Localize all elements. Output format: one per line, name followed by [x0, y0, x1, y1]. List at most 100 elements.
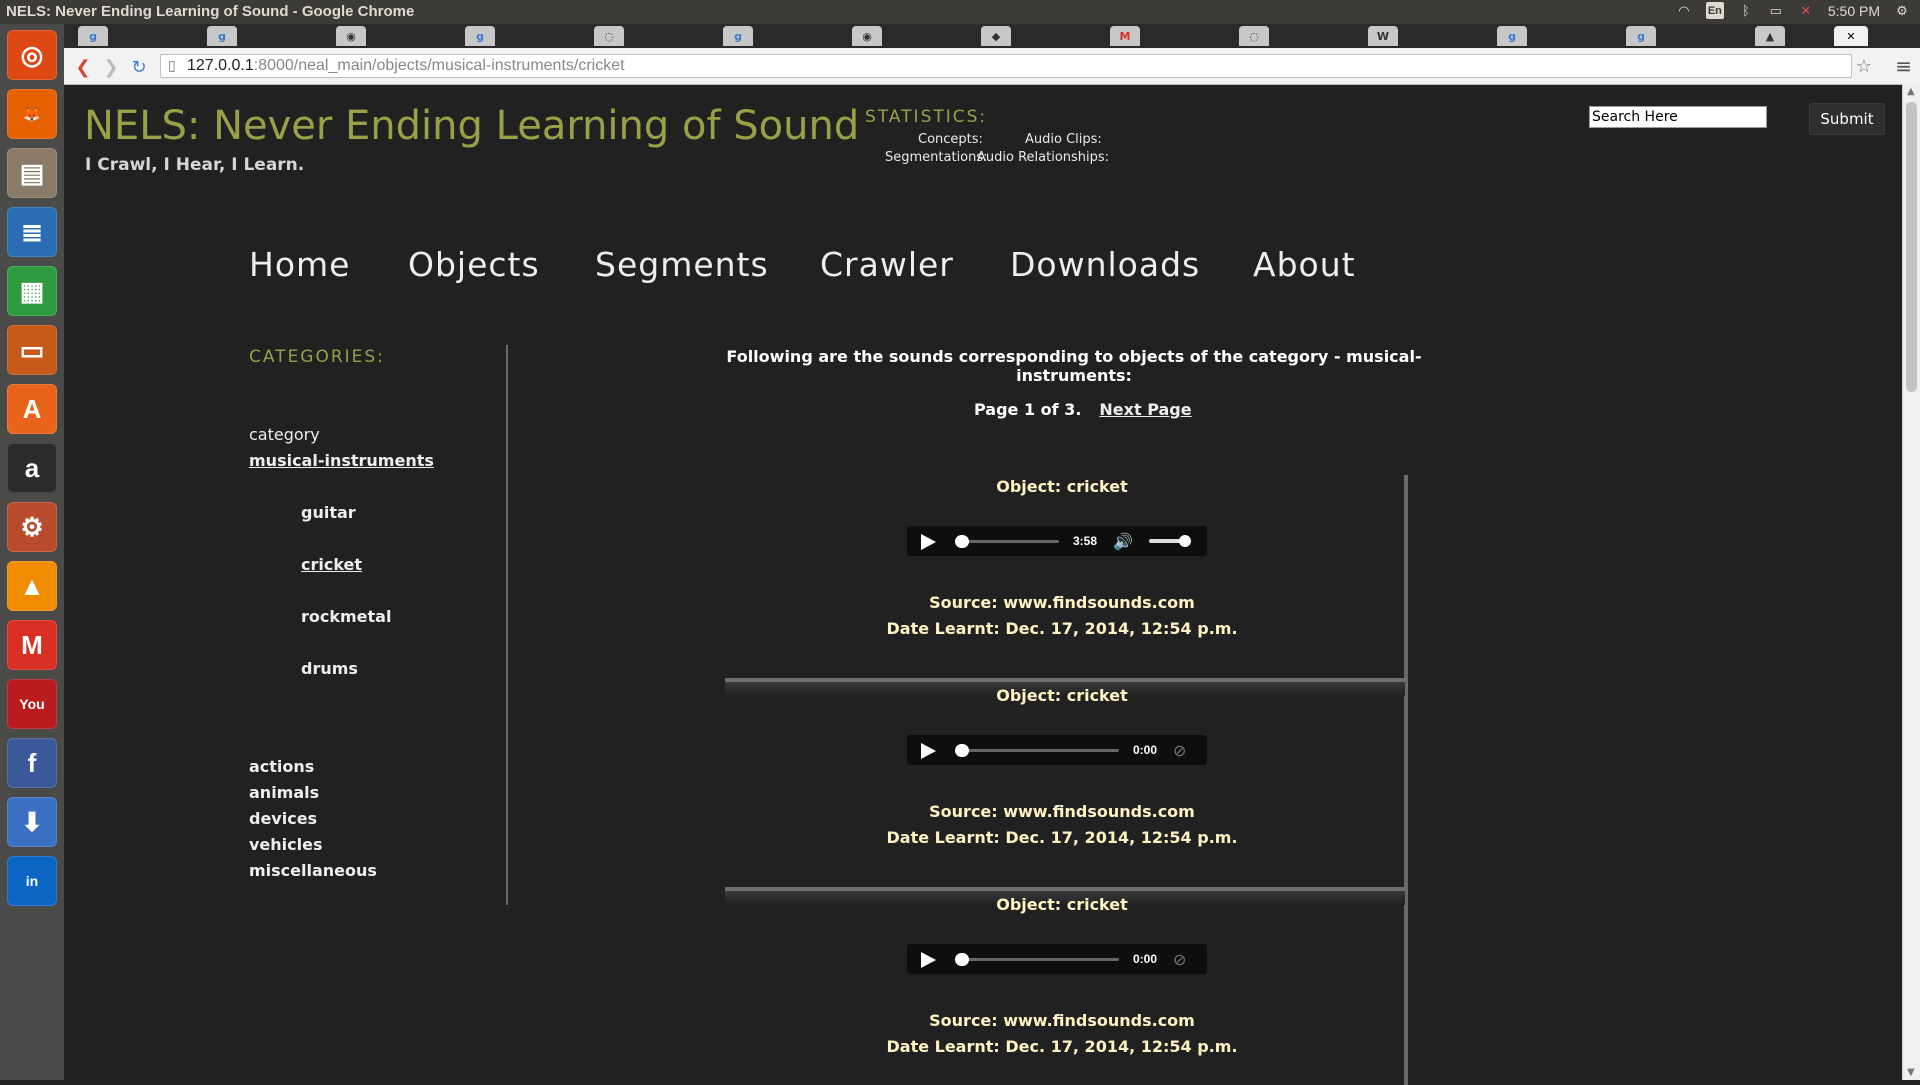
audio-player[interactable]: 0:00 ⊘ [907, 944, 1207, 974]
category-devices[interactable]: devices [249, 809, 317, 828]
scroll-up-icon[interactable]: ▲ [1907, 86, 1915, 97]
browser-tab[interactable]: g [723, 26, 753, 46]
browser-tab[interactable]: ▲ [1755, 26, 1785, 46]
address-bar[interactable]: ▯ 127.0.0.1:8000/neal_main/objects/music… [160, 54, 1852, 78]
category-miscellaneous[interactable]: miscellaneous [249, 861, 377, 880]
subcategory-drums[interactable]: drums [301, 659, 358, 678]
audio-player[interactable]: 3:58 🔊 [907, 526, 1207, 556]
browser-tab[interactable]: M [1110, 26, 1140, 46]
category-group-label: category [249, 425, 320, 444]
subcategory-rockmetal[interactable]: rockmetal [301, 607, 391, 626]
volume-slider[interactable] [1149, 535, 1191, 547]
volume-knob[interactable] [1179, 535, 1191, 547]
category-vehicles[interactable]: vehicles [249, 835, 323, 854]
category-animals[interactable]: animals [249, 783, 319, 802]
subcategory-cricket[interactable]: cricket [301, 555, 362, 574]
nav-home[interactable]: Home [249, 245, 350, 284]
next-page-link[interactable]: Next Page [1099, 400, 1191, 419]
linkedin-icon[interactable]: in [7, 856, 57, 906]
audio-player[interactable]: 0:00 ⊘ [907, 735, 1207, 765]
entry-source: Source: www.findsounds.com [929, 593, 1195, 612]
keyboard-layout-indicator[interactable]: En [1705, 2, 1724, 19]
search-input[interactable] [1589, 106, 1767, 128]
gmail-icon[interactable]: M [7, 620, 57, 670]
nav-about[interactable]: About [1253, 245, 1356, 284]
nav-downloads[interactable]: Downloads [1010, 245, 1200, 284]
submit-button[interactable]: Submit [1809, 103, 1885, 135]
site-title[interactable]: NELS: Never Ending Learning of Sound [84, 103, 859, 149]
ubuntu-dash-icon[interactable]: ◎ [7, 30, 57, 80]
seek-bar[interactable] [955, 953, 1119, 966]
volume-muted-icon[interactable]: ✕ [1798, 3, 1814, 19]
amazon-icon[interactable]: a [7, 443, 57, 493]
category-actions[interactable]: actions [249, 757, 314, 776]
seek-bar[interactable] [955, 744, 1119, 757]
firefox-icon[interactable]: 🦊 [7, 89, 57, 139]
scroll-down-icon[interactable]: ▼ [1907, 1067, 1915, 1078]
unity-launcher: ◎ 🦊 ▤ ≣ ▦ ▭ Aa ⚙ ▲ M You f ⬇ in [0, 24, 65, 1080]
browser-tab[interactable]: ◌ [594, 26, 624, 46]
seek-knob[interactable] [955, 744, 969, 757]
reload-icon[interactable]: ↻ [128, 56, 150, 78]
play-icon[interactable] [921, 534, 936, 550]
impress-icon[interactable]: ▭ [7, 325, 57, 375]
tab-favicon-icon: g [734, 29, 742, 43]
tab-favicon-icon: g [476, 29, 484, 43]
system-settings-icon[interactable]: ⚙ [7, 502, 57, 552]
seek-bar[interactable] [955, 535, 1059, 548]
battery-icon[interactable]: ▭ [1768, 3, 1784, 19]
files-icon[interactable]: ▤ [7, 148, 57, 198]
youtube-icon[interactable]: You [7, 679, 57, 729]
vlc-icon[interactable]: ▲ [7, 561, 57, 611]
seek-knob[interactable] [955, 953, 969, 966]
browser-tab[interactable]: g [465, 26, 495, 46]
nav-objects[interactable]: Objects [408, 245, 540, 284]
calc-icon[interactable]: ▦ [7, 266, 57, 316]
audio-duration: 0:00 [1133, 952, 1158, 966]
entry-object-title: Object: cricket [996, 686, 1128, 705]
browser-tab[interactable]: ◆ [981, 26, 1011, 46]
nav-segments[interactable]: Segments [595, 245, 769, 284]
tab-favicon-icon: g [1637, 29, 1645, 43]
bluetooth-icon[interactable]: ᛒ [1738, 3, 1754, 19]
tab-favicon-icon: ▲ [1765, 29, 1775, 43]
play-icon[interactable] [921, 743, 936, 759]
nav-crawler[interactable]: Crawler [820, 245, 954, 284]
entry-date-learnt: Date Learnt: Dec. 17, 2014, 12:54 p.m. [886, 619, 1238, 638]
entry-separator [725, 887, 1405, 905]
tab-favicon-icon: W [1376, 29, 1390, 43]
scrollbar-thumb[interactable] [1906, 102, 1917, 392]
seek-knob[interactable] [955, 535, 969, 548]
page-icon: ▯ [168, 57, 176, 73]
writer-icon[interactable]: ≣ [7, 207, 57, 257]
browser-tab[interactable]: g [207, 26, 237, 46]
category-musical-instruments[interactable]: musical-instruments [249, 451, 434, 470]
browser-tab[interactable]: ◉ [852, 26, 882, 46]
software-center-icon[interactable]: A [7, 384, 57, 434]
browser-tab[interactable]: ◌ [1239, 26, 1269, 46]
session-gear-icon[interactable]: ⚙ [1894, 3, 1910, 19]
site-tagline: I Crawl, I Hear, I Learn. [85, 155, 305, 175]
back-arrow-icon[interactable]: ❮ [72, 56, 94, 78]
url-host: 127.0.0.1 [187, 57, 254, 74]
downloader-icon[interactable]: ⬇ [7, 797, 57, 847]
chrome-menu-icon[interactable]: ≡ [1895, 54, 1912, 78]
close-tab-icon[interactable]: ✕ [1846, 30, 1855, 43]
bookmark-star-icon[interactable]: ☆ [1856, 56, 1872, 77]
browser-tab[interactable]: g [1497, 26, 1527, 46]
browser-tab[interactable]: ◉ [336, 26, 366, 46]
facebook-icon[interactable]: f [7, 738, 57, 788]
wifi-icon[interactable]: ◠ [1676, 3, 1692, 19]
active-tab[interactable]: ✕ [1834, 26, 1868, 46]
play-icon[interactable] [921, 952, 936, 968]
browser-tab[interactable]: W [1368, 26, 1398, 46]
forward-arrow-icon[interactable]: ❯ [100, 56, 122, 78]
browser-tab[interactable]: g [78, 26, 108, 46]
clock[interactable]: 5:50 PM [1828, 3, 1880, 19]
subcategory-guitar[interactable]: guitar [301, 503, 356, 522]
url-text[interactable]: 127.0.0.1:8000/neal_main/objects/musical… [187, 57, 625, 75]
page-scrollbar[interactable]: ▲ ▼ [1902, 84, 1920, 1080]
volume-icon[interactable]: 🔊 [1113, 532, 1133, 551]
browser-tab[interactable]: g [1626, 26, 1656, 46]
tab-favicon-icon: ◆ [991, 29, 1001, 43]
